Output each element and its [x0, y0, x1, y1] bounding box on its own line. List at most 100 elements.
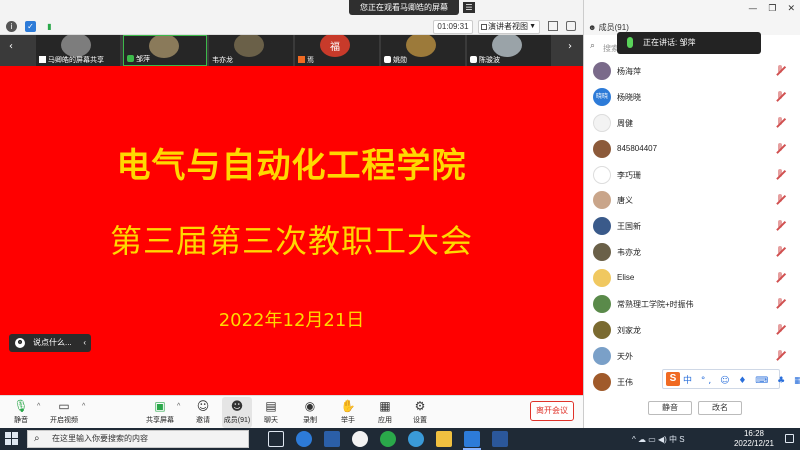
settings-button[interactable]: ⚙ 设置 — [403, 399, 437, 425]
participants-button[interactable]: ☻ 成员(91) — [220, 399, 254, 425]
strip-next-arrow-icon[interactable]: › — [568, 41, 572, 52]
invite-button[interactable]: ☺ 邀请 — [186, 399, 220, 425]
participant-item[interactable]: 晓晓 杨晓晓 — [584, 84, 800, 110]
participant-name: 韦亦龙 — [617, 248, 641, 258]
ime-toolbar[interactable]: S 中 °, ☺ ♦ ⌨ ♣ ▦ — [662, 369, 800, 389]
word-icon[interactable] — [492, 431, 508, 447]
video-thumbnail — [492, 35, 522, 57]
video-tile[interactable]: 邹萍 — [123, 35, 207, 66]
menu-icon[interactable]: ☰ — [463, 2, 475, 13]
video-tile[interactable]: 福 焉 — [295, 35, 379, 66]
rename-button[interactable]: 改名 — [698, 401, 742, 415]
chrome-icon[interactable] — [408, 431, 424, 447]
raise-hand-button[interactable]: ✋ 举手 — [331, 399, 365, 425]
muted-mic-icon[interactable] — [775, 323, 785, 335]
shared-slide: 电气与自动化工程学院 第三届第三次教职工大会 2022年12月21日 ☻ 说点什… — [0, 66, 583, 395]
meeting-top-bar: i ✓ ▮ 01:09:31 演讲者视图 ▼ — [0, 0, 583, 35]
participant-item[interactable]: 李巧珊 — [584, 162, 800, 188]
shield-icon[interactable]: ✓ — [25, 21, 36, 32]
ime-tool-icons[interactable]: 中 °, ☺ ♦ ⌨ ♣ ▦ — [683, 373, 800, 386]
participant-item[interactable]: 845804407 — [584, 136, 800, 162]
info-icon[interactable]: i — [6, 21, 17, 32]
muted-mic-icon[interactable] — [775, 116, 785, 128]
video-thumbnail — [61, 35, 91, 57]
avatar — [593, 243, 611, 262]
screen-share-banner[interactable]: 您正在观看马卿皓的屏幕 ☰ — [349, 0, 475, 15]
system-tray[interactable]: ^ ☁ ▭ ◀) 中 S — [632, 434, 685, 445]
sogou-icon[interactable]: S — [666, 372, 680, 386]
browser-icon[interactable] — [352, 431, 368, 447]
chat-button[interactable]: ▤ 聊天 — [254, 399, 288, 425]
muted-mic-icon[interactable] — [775, 272, 785, 283]
participant-item[interactable]: 周健 — [584, 110, 800, 136]
participant-item[interactable]: 韦亦龙 — [584, 239, 800, 265]
video-tile[interactable]: 姚勋 — [381, 35, 465, 66]
wechat-icon[interactable] — [380, 431, 396, 447]
avatar — [593, 320, 611, 339]
participant-list: 杨海萍 晓晓 杨晓晓 周健 845804407 李巧珊 唐义 王国新 韦亦龙 El… — [584, 58, 800, 395]
restore-icon[interactable]: ❐ — [768, 4, 776, 14]
muted-mic-icon[interactable] — [775, 90, 785, 102]
participant-item[interactable]: 刘家龙 — [584, 317, 800, 343]
signal-icon[interactable]: ▮ — [44, 21, 55, 32]
video-tile[interactable]: 韦亦龙 — [209, 35, 293, 66]
notification-icon[interactable] — [785, 434, 794, 443]
panel-header: — ❐ ✕ ☻ 成员(91) — [584, 0, 800, 35]
participant-item[interactable]: 杨海萍 — [584, 58, 800, 84]
collapse-chat-icon[interactable]: ‹ — [83, 334, 86, 352]
start-video-button[interactable]: ▭ 开启视频 — [46, 399, 82, 425]
muted-mic-icon[interactable] — [775, 246, 785, 257]
muted-mic-icon[interactable] — [775, 298, 785, 309]
speaker-view-button[interactable]: 演讲者视图 ▼ — [478, 20, 540, 34]
minimize-icon[interactable]: — — [748, 4, 757, 14]
taskbar-clock[interactable]: 16:28 2022/12/21 — [727, 429, 781, 449]
video-options-chevron-icon[interactable]: ^ — [82, 403, 85, 410]
participant-item[interactable]: 唐义 — [584, 187, 800, 213]
fullscreen-icon[interactable] — [566, 21, 576, 31]
video-tile[interactable]: 马卿皓的屏幕共享 — [36, 35, 120, 66]
close-icon[interactable]: ✕ — [787, 4, 795, 14]
muted-mic-icon[interactable] — [775, 168, 785, 180]
participant-item[interactable]: Elise — [584, 265, 800, 291]
leave-meeting-button[interactable]: 离开会议 — [530, 401, 574, 421]
emoji-icon[interactable]: ☻ — [15, 338, 25, 348]
record-button[interactable]: ◉ 录制 — [293, 399, 327, 425]
slide-date: 2022年12月21日 — [218, 310, 365, 331]
muted-mic-icon[interactable] — [775, 65, 785, 76]
video-strip: ‹ 马卿皓的屏幕共享 邹萍 韦亦龙 福 焉 姚勋 陈骏波 › — [0, 35, 583, 66]
task-view-icon[interactable] — [268, 431, 284, 447]
store-icon[interactable] — [324, 431, 340, 447]
share-options-chevron-icon[interactable]: ^ — [177, 403, 180, 410]
chat-input-pill[interactable]: ☻ 说点什么... ‹ — [9, 334, 91, 352]
participant-item[interactable]: 天外 — [584, 343, 800, 369]
participant-name: 845804407 — [617, 143, 658, 153]
taskbar-search[interactable]: ⌕ 在这里输入你要搜索的内容 — [27, 430, 249, 448]
mute-button[interactable]: 🎙 静音 — [4, 399, 38, 425]
video-tile[interactable]: 陈骏波 — [467, 35, 551, 66]
video-tile-name: 姚勋 — [384, 55, 407, 65]
folder-icon[interactable] — [436, 431, 452, 447]
participant-item[interactable]: 常熟理工学院+时振伟 — [584, 291, 800, 317]
mute-all-button[interactable]: 静音 — [648, 401, 692, 415]
muted-mic-icon[interactable] — [775, 194, 785, 205]
speaking-label: 正在讲话: 邹萍 — [643, 38, 696, 47]
avatar — [593, 269, 611, 288]
muted-mic-icon[interactable] — [775, 349, 785, 361]
participant-name: 天外 — [617, 351, 633, 361]
strip-prev-arrow-icon[interactable]: ‹ — [9, 41, 13, 52]
zoom-icon[interactable] — [464, 431, 480, 447]
participant-name: 刘家龙 — [617, 325, 641, 335]
panel-members-icon: ☻ — [588, 23, 599, 32]
participant-item[interactable]: 王国新 — [584, 213, 800, 239]
audio-options-chevron-icon[interactable]: ^ — [37, 403, 40, 410]
muted-mic-icon[interactable] — [775, 142, 785, 154]
windows-start-icon[interactable] — [5, 432, 18, 445]
video-icon: ▭ — [58, 399, 70, 413]
layout-icon[interactable] — [548, 21, 558, 31]
share-screen-button[interactable]: ▣ 共享屏幕 — [143, 399, 177, 425]
apps-button[interactable]: ▦ 应用 — [368, 399, 402, 425]
avatar — [593, 139, 611, 158]
muted-mic-icon[interactable] — [775, 220, 785, 231]
participants-panel: — ❐ ✕ ☻ 成员(91) ⌕ 搜索 杨海萍 晓晓 杨晓晓 周健 8458044… — [583, 0, 800, 428]
edge-icon[interactable] — [296, 431, 312, 447]
